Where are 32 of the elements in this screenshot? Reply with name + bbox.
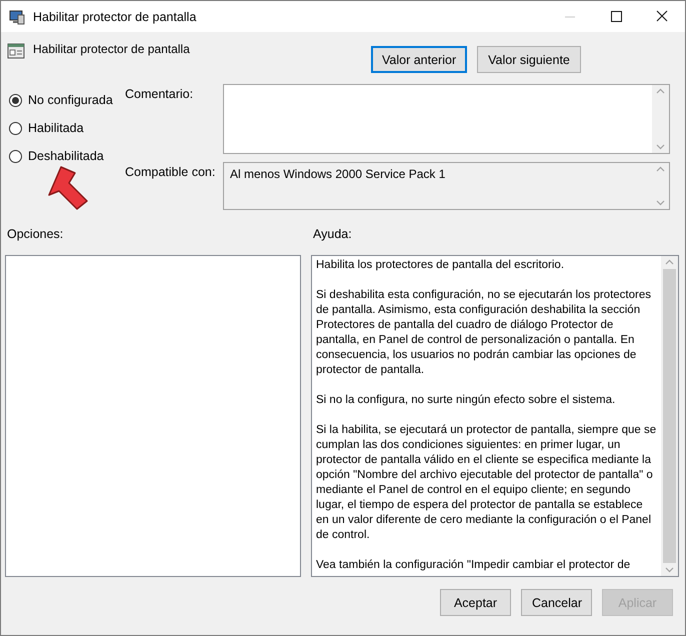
scroll-thumb[interactable] [663,269,676,563]
help-label: Ayuda: [313,227,352,243]
help-paragraph: Si deshabilita esta configuración, no se ejecutarán los protectores de pantalla. Asimismo, esta configuración deshabilita la sección Protectores de pantalla del cuadro de diálogo Protector de pantalla, en Panel de control de personalización o pantalla. En consecuencia, los usuarios no podrán cambiar las opciones de protector de pantalla. [316,288,652,378]
radio-label[interactable]: No configurada [28,93,113,107]
computer-icon [9,8,25,24]
help-paragraph: Habilita los protectores de pantalla del escritorio. [316,258,566,273]
radio-label[interactable]: Habilitada [28,121,84,135]
ok-button[interactable]: Aceptar [440,589,511,616]
radio-label[interactable]: Deshabilitada [28,149,104,163]
next-setting-button[interactable]: Valor siguiente [477,46,581,73]
help-paragraph: Si no la configura, no surte ningún efecto sobre el sistema. [316,393,616,408]
radio-button[interactable] [9,122,22,134]
radio-button[interactable] [9,150,22,162]
comment-label: Comentario: [125,86,194,103]
scroll-down-icon[interactable] [656,144,665,150]
comment-field[interactable] [223,84,670,154]
window-title: Habilitar protector de pantalla [33,10,198,24]
scroll-up-icon[interactable] [656,166,665,172]
scroll-down-icon[interactable] [665,567,674,573]
help-paragraph: Vea también la configuración "Impedir cambiar el protector de [316,558,632,573]
cancel-button[interactable]: Cancelar [521,589,592,616]
policy-window-icon [7,42,25,60]
setting-title: Habilitar protector de pantalla [33,42,190,56]
options-label: Opciones: [7,227,64,243]
previous-setting-button[interactable]: Valor anterior [371,46,468,73]
radio-button[interactable] [9,94,22,106]
compatible-label: Compatible con: [125,164,216,181]
compatible-value: Al menos Windows 2000 Service Pack 1 [229,166,446,183]
scroll-down-icon[interactable] [656,200,665,206]
scroll-up-icon[interactable] [665,259,674,265]
help-paragraph: Si la habilita, se ejecutará un protector de pantalla, siempre que se cumplan las dos condiciones siguientes: en primer lugar, un protector de pantalla válido en el cliente se especifica mediante la opción "Nombre del archivo ejecutable del protector de pantalla" o mediante el Panel de control en el equipo cliente; en segundo lugar, el tiempo de espera del protector de pantalla se establece en un valor diferente de cero mediante la configuración o el Panel de control. [316,423,657,543]
scroll-up-icon[interactable] [656,88,665,94]
